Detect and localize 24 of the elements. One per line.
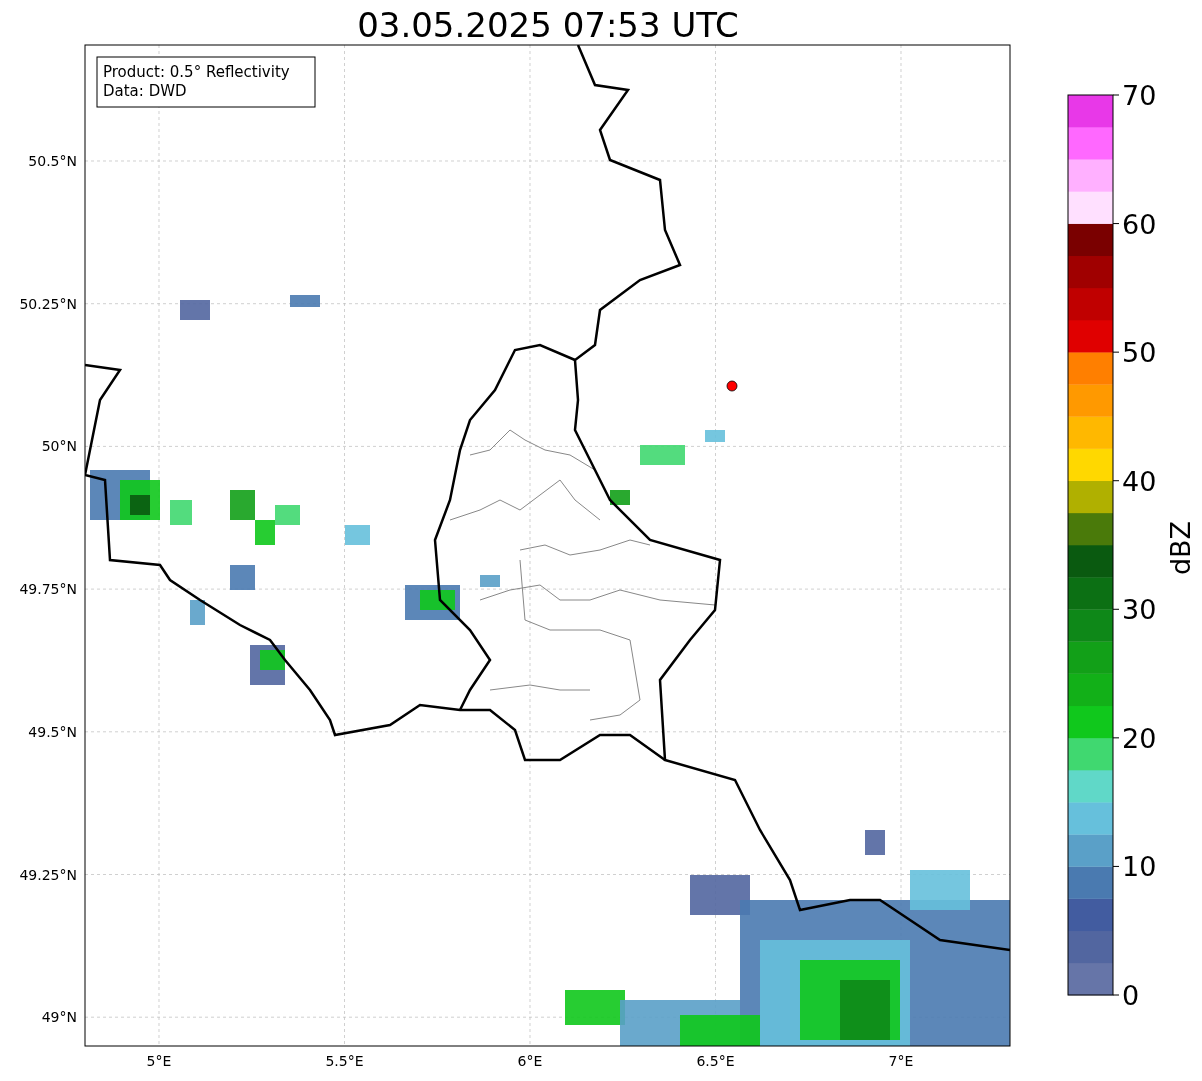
chart-title: 03.05.2025 07:53 UTC — [357, 5, 739, 45]
colorbar-tick-label: 60 — [1122, 208, 1157, 240]
colorbar-tick-label: 30 — [1122, 594, 1157, 626]
colorbar-label: dBZ — [1165, 520, 1196, 576]
longitude-label: 6.5°E — [696, 1053, 735, 1069]
colorbar-tick-label: 40 — [1122, 465, 1157, 497]
latitude-label: 50°N — [41, 438, 77, 455]
colorbar-tick-label: 0 — [1122, 980, 1140, 1011]
latitude-label: 49.5°N — [28, 723, 77, 740]
longitude-label: 5°E — [146, 1053, 172, 1069]
colorbar-tick-label: 50 — [1122, 337, 1157, 369]
colorbar-tick-label: 20 — [1122, 722, 1157, 754]
longitude-label: 7°E — [888, 1053, 914, 1069]
latitude-label: 49.75°N — [19, 581, 77, 598]
longitude-label: 5.5°E — [325, 1053, 364, 1069]
colorbar-tick-label: 70 — [1122, 80, 1157, 111]
longitude-label: 6°E — [517, 1053, 543, 1069]
latitude-label: 50.25°N — [19, 295, 77, 312]
legend-text: Product: 0.5° Reflectivity — [103, 63, 290, 81]
latitude-label: 49°N — [41, 1009, 77, 1026]
latitude-label: 49.25°N — [19, 866, 77, 883]
latitude-label: 50.5°N — [28, 153, 77, 169]
colorbar-tick-label: 10 — [1122, 851, 1157, 883]
legend-text: Data: DWD — [103, 82, 187, 100]
